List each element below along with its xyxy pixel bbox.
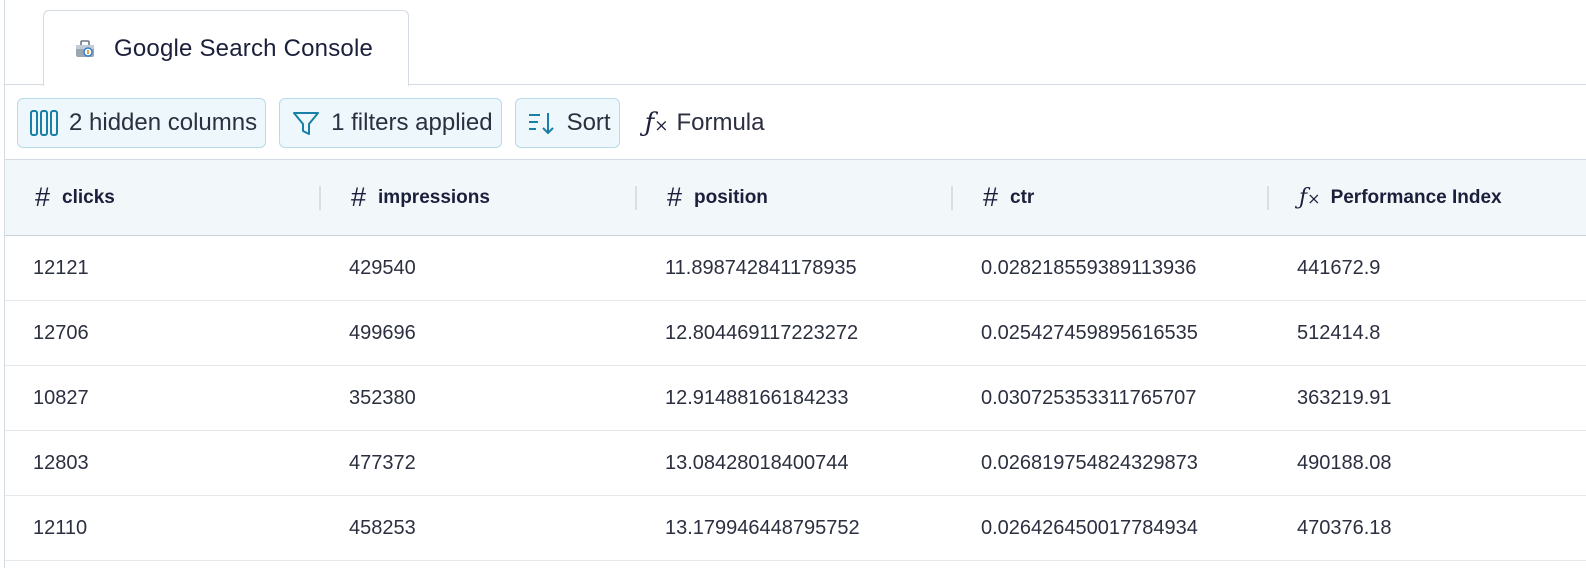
sort-button[interactable]: Sort xyxy=(514,98,620,148)
table-cell[interactable]: 12.804469117223272 xyxy=(637,322,953,345)
table-cell[interactable]: 0.026426450017784934 xyxy=(953,517,1269,540)
table-cell[interactable]: 11.898742841178935 xyxy=(637,257,953,280)
table-row[interactable]: 12121 429540 11.898742841178935 0.028218559… xyxy=(5,236,1586,301)
column-header-label: clicks xyxy=(62,186,115,208)
column-header-label: impressions xyxy=(378,186,490,208)
table-cell[interactable]: 352380 xyxy=(321,387,637,410)
column-header-label: ctr xyxy=(1010,186,1035,208)
table-cell[interactable]: 12.91488166184233 xyxy=(637,387,953,410)
table-row[interactable]: 12803 477372 13.08428018400744 0.0268197548… xyxy=(5,431,1586,496)
table-cell[interactable]: 441672.9 xyxy=(1269,257,1585,280)
sort-icon xyxy=(528,113,554,135)
table-body: 12121 429540 11.898742841178935 0.028218559… xyxy=(5,236,1586,561)
number-type-icon: # xyxy=(351,182,367,212)
table-cell[interactable]: 0.026819754824329873 xyxy=(953,452,1269,475)
table-header: # clicks # impressions # position # ctr ƒ× Perfor… xyxy=(5,159,1586,236)
table-cell[interactable]: 512414.8 xyxy=(1269,322,1585,345)
number-type-icon: # xyxy=(667,182,683,212)
columns-icon xyxy=(30,110,58,136)
table-cell[interactable]: 363219.91 xyxy=(1269,387,1585,410)
column-header-clicks[interactable]: # clicks xyxy=(5,160,321,235)
table-cell[interactable]: 12706 xyxy=(5,322,321,345)
table-cell[interactable]: 12121 xyxy=(5,257,321,280)
number-type-icon: # xyxy=(983,182,999,212)
column-header-label: position xyxy=(694,186,768,208)
table-cell[interactable]: 0.025427459895616535 xyxy=(953,322,1269,345)
number-type-icon: # xyxy=(35,182,51,212)
column-header-label: Performance Index xyxy=(1330,186,1502,208)
column-header-performance-index[interactable]: ƒ× Performance Index xyxy=(1269,160,1585,235)
formula-icon: ƒ× xyxy=(644,108,669,138)
table-row[interactable]: 12110 458253 13.179946448795752 0.026426450… xyxy=(5,496,1586,561)
table-row[interactable]: 10827 352380 12.91488166184233 0.0307253533… xyxy=(5,366,1586,431)
tab-google-search-console[interactable]: Google Search Console xyxy=(43,10,409,86)
filters-label: 1 filters applied xyxy=(331,109,493,136)
column-header-ctr[interactable]: # ctr xyxy=(953,160,1269,235)
toolbox-icon xyxy=(74,38,96,60)
table-cell[interactable]: 0.030725353311765707 xyxy=(953,387,1269,410)
table-cell[interactable]: 429540 xyxy=(321,257,637,280)
hidden-columns-button[interactable]: 2 hidden columns xyxy=(17,98,267,148)
formula-label: Formula xyxy=(676,109,765,136)
table-cell[interactable]: 490188.08 xyxy=(1269,452,1585,475)
column-header-position[interactable]: # position xyxy=(637,160,953,235)
table-cell[interactable]: 13.08428018400744 xyxy=(637,452,953,475)
table-cell[interactable]: 13.179946448795752 xyxy=(637,517,953,540)
filters-button[interactable]: 1 filters applied xyxy=(279,98,502,148)
app-frame: Google Search Console 2 hidden columns 1… xyxy=(4,0,1586,568)
column-header-impressions[interactable]: # impressions xyxy=(321,160,637,235)
data-table: # clicks # impressions # position # ctr ƒ× Perfor… xyxy=(5,159,1586,561)
table-cell[interactable]: 477372 xyxy=(321,452,637,475)
sort-label: Sort xyxy=(566,109,611,136)
table-cell[interactable]: 0.028218559389113936 xyxy=(953,257,1269,280)
filter-icon xyxy=(293,112,320,135)
table-cell[interactable]: 10827 xyxy=(5,387,321,410)
table-cell[interactable]: 470376.18 xyxy=(1269,517,1585,540)
table-cell[interactable]: 12803 xyxy=(5,452,321,475)
table-cell[interactable]: 499696 xyxy=(321,322,637,345)
table-row[interactable]: 12706 499696 12.804469117223272 0.025427459… xyxy=(5,301,1586,366)
table-cell[interactable]: 12110 xyxy=(5,517,321,540)
tab-label: Google Search Console xyxy=(114,34,374,62)
tab-strip: Google Search Console xyxy=(5,0,1586,86)
hidden-columns-label: 2 hidden columns xyxy=(69,109,258,136)
toolbar: 2 hidden columns 1 filters applied Sort … xyxy=(17,98,785,148)
table-cell[interactable]: 458253 xyxy=(321,517,637,540)
formula-icon: ƒ× xyxy=(1299,185,1321,210)
formula-button[interactable]: ƒ× Formula xyxy=(633,98,773,148)
